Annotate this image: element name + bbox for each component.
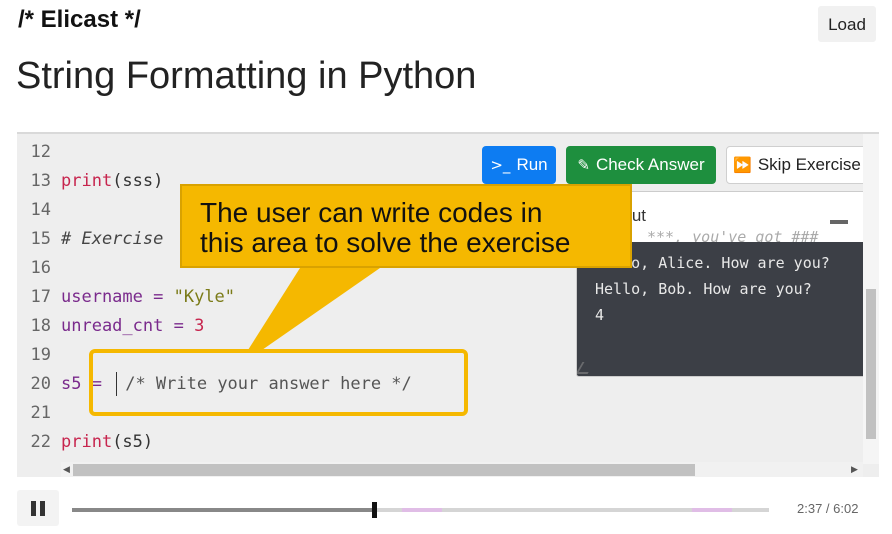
load-button[interactable]: Load — [818, 6, 876, 42]
terminal-icon: >_ — [490, 156, 511, 174]
code-line-13: print(sss) — [61, 167, 163, 196]
callout-text-line1: The user can write codes in — [200, 197, 543, 228]
exercise-marker — [692, 508, 732, 512]
check-answer-label: Check Answer — [595, 155, 705, 174]
scroll-right-icon[interactable]: ▶ — [851, 464, 858, 475]
pause-icon — [40, 500, 45, 516]
line-number: 12 — [30, 142, 51, 162]
code-token: unread_cnt — [61, 316, 164, 336]
check-answer-button[interactable]: ✎ Check Answer — [566, 146, 716, 184]
code-token: 3 — [194, 316, 205, 336]
exercise-marker — [402, 508, 442, 512]
line-number: 14 — [30, 200, 51, 220]
output-line: Hello, Bob. How are you? — [595, 280, 812, 298]
code-token: (s5) — [112, 432, 154, 452]
scroll-left-icon[interactable]: ◀ — [63, 464, 70, 475]
code-line-17: username = "Kyle" — [61, 283, 235, 312]
line-number: 18 — [30, 316, 51, 336]
fast-forward-icon: ⏩ — [733, 156, 752, 174]
code-token: (sss) — [112, 171, 164, 191]
code-line-22: print(s5) — [61, 428, 153, 457]
progress-fill — [72, 508, 375, 512]
line-number: 21 — [30, 403, 51, 423]
code-line-18: unread_cnt = 3 — [61, 312, 204, 341]
minimize-icon[interactable] — [830, 220, 848, 224]
line-number: 22 — [30, 432, 51, 452]
code-line-15: # Exercise — [61, 229, 164, 249]
line-number: 16 — [30, 258, 51, 278]
line-number: 20 — [30, 374, 51, 394]
line-number: 15 — [30, 229, 51, 249]
time-display: 2:37 / 6:02 — [797, 501, 859, 516]
code-token: print — [61, 171, 113, 191]
pause-icon — [31, 500, 36, 516]
callout-text-line2: this area to solve the exercise — [200, 227, 571, 258]
line-number: 17 — [30, 287, 51, 307]
code-token: "Kyle" — [173, 287, 236, 307]
line-number: 13 — [30, 171, 51, 191]
progress-track[interactable] — [72, 502, 769, 518]
skip-exercise-label: Skip Exercise — [757, 155, 861, 174]
output-line: Hello, Alice. How are you? — [595, 254, 830, 272]
vertical-scrollbar-thumb[interactable] — [866, 289, 876, 439]
code-token: = — [163, 316, 195, 336]
video-player-controls: 2:37 / 6:02 — [17, 489, 879, 529]
code-token: print — [61, 432, 113, 452]
answer-highlight-box — [89, 349, 468, 416]
code-token: = — [142, 287, 174, 307]
pencil-icon: ✎ — [577, 156, 590, 174]
code-token: s5 — [61, 374, 82, 394]
page-title: String Formatting in Python — [16, 55, 477, 97]
pause-button[interactable] — [17, 490, 59, 526]
line-number: 19 — [30, 345, 51, 365]
line-number-gutter: 12 13 14 15 16 17 18 19 20 21 22 — [17, 134, 57, 464]
annotation-callout: The user can write codes in this area to… — [180, 184, 632, 268]
output-line: 4 — [595, 306, 605, 324]
progress-handle[interactable] — [372, 502, 378, 518]
run-button[interactable]: >_ Run — [482, 146, 556, 184]
horizontal-scrollbar-thumb[interactable] — [73, 464, 695, 476]
code-token: username — [61, 287, 143, 307]
brand: /* Elicast */ — [18, 6, 141, 33]
run-label: Run — [516, 155, 548, 174]
skip-exercise-button[interactable]: ⏩ Skip Exercise — [726, 146, 868, 184]
